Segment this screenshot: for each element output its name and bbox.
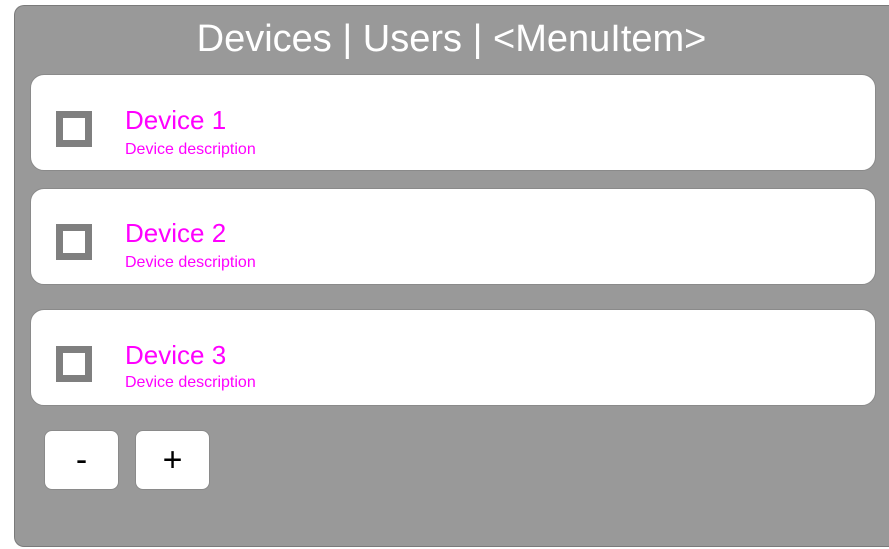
device-2-name: Device 2 bbox=[125, 218, 227, 248]
menu-item-devices[interactable]: Devices bbox=[197, 18, 332, 60]
device-2-description: Device description bbox=[125, 254, 256, 271]
menu-item-placeholder[interactable]: <MenuItem> bbox=[493, 18, 706, 60]
device-card-3[interactable]: Device 3 Device description bbox=[30, 309, 876, 406]
device-3-checkbox[interactable] bbox=[56, 346, 92, 382]
menu-separator: | bbox=[472, 18, 494, 60]
device-3-name: Device 3 bbox=[125, 340, 227, 370]
menu-item-users[interactable]: Users bbox=[363, 18, 462, 60]
add-device-button[interactable]: + bbox=[135, 430, 210, 490]
device-card-2[interactable]: Device 2 Device description bbox=[30, 188, 876, 285]
device-card-1[interactable]: Device 1 Device description bbox=[30, 74, 876, 171]
device-2-checkbox[interactable] bbox=[56, 224, 92, 260]
remove-device-button[interactable]: - bbox=[44, 430, 119, 490]
device-1-checkbox[interactable] bbox=[56, 111, 92, 147]
device-1-name: Device 1 bbox=[125, 105, 227, 135]
menu-bar: Devices | Users | <MenuItem> bbox=[14, 16, 889, 62]
device-1-description: Device description bbox=[125, 141, 256, 158]
device-3-description: Device description bbox=[125, 374, 256, 391]
menu-separator: | bbox=[342, 18, 363, 60]
